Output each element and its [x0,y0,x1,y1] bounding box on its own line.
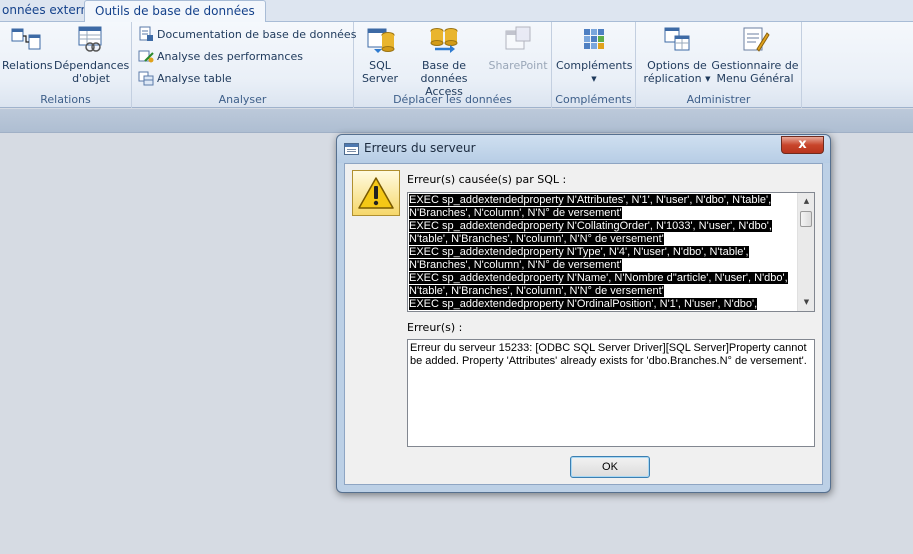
documenter-icon [139,26,153,41]
table-analyzer-label: Analyse table [157,72,232,85]
sql-line: EXEC sp_addextendedproperty N'CollatingO… [409,220,772,232]
scroll-up-arrow-icon[interactable]: ▲ [798,193,814,210]
switchboard-manager-label-2: Menu Général [716,72,794,85]
switchboard-manager-icon [743,27,770,52]
tab-database-tools[interactable]: Outils de base de données [84,0,266,23]
message-bar-strip [0,109,913,133]
sql-server-button[interactable]: SQL Server [358,25,402,85]
relations-label: Relations [2,59,53,72]
sql-server-label-1: SQL [369,59,391,72]
add-ins-label: Compléments [556,59,633,72]
group-administer-label: Administrer [686,93,751,106]
group-move-data: SQL Server Base de données Access ShareP… [354,22,552,108]
vertical-scrollbar[interactable]: ▲ ▼ [797,193,814,311]
group-relations: Relations Dépendances d'objet Relations [0,22,132,108]
window-icon [344,143,359,155]
group-analyser-label: Analyser [218,93,267,106]
errors-label: Erreur(s) : [407,321,463,334]
sql-line: N'Branches', N'column', N'N° de versemen… [409,259,622,271]
group-relations-label: Relations [40,93,91,106]
database-documenter-label: Documentation de base de données [157,28,357,41]
table-analyzer-button[interactable]: Analyse table [138,70,232,88]
replication-options-label-1: Options de [647,59,707,72]
replication-options-button[interactable]: Options de réplication ▼ [640,25,714,86]
group-analyser: Documentation de base de données Analyse… [132,22,356,108]
group-administer: Options de réplication ▼ Gestionnaire de… [636,22,802,108]
table-analyzer-icon [138,71,154,86]
group-move-data-label: Déplacer les données [393,93,512,106]
object-dependencies-icon [78,26,102,52]
switchboard-manager-label-1: Gestionnaire de [711,59,799,72]
ok-button[interactable]: OK [570,456,650,478]
scroll-thumb[interactable] [800,211,812,227]
sql-line: EXEC sp_addextendedproperty N'Type', N'4… [409,246,749,258]
sql-line: N'table', N'Branches', N'column', N'N° d… [409,233,664,245]
warning-icon [358,177,394,209]
sharepoint-label: SharePoint [488,59,548,72]
add-ins-button[interactable]: Compléments ▼ [556,25,632,86]
sql-line: EXEC sp_addextendedproperty N'Name', N'N… [409,272,788,284]
sql-line: N'Branches', N'column', N'N° de versemen… [409,207,622,219]
group-add-ins-label: Compléments [555,93,632,106]
sql-line: N'table', N'Branches', N'column', N'N° d… [409,285,664,297]
performance-icon [138,50,154,63]
database-documenter-button[interactable]: Documentation de base de données [138,26,356,44]
object-dependencies-button[interactable]: Dépendances d'objet [54,25,130,85]
sql-line: EXEC sp_addextendedproperty N'Attributes… [409,194,772,206]
dialog-titlebar[interactable]: Erreurs du serveur x [337,135,830,163]
ribbon: Relations Dépendances d'objet Relations [0,22,913,108]
server-errors-dialog: Erreurs du serveur x Erreur(s) causée(s)… [336,134,831,493]
performance-analyzer-button[interactable]: Analyse des performances [138,48,303,66]
sql-line: EXEC sp_addextendedproperty N'OrdinalPos… [409,298,758,311]
replication-options-label-2: réplication [643,72,702,85]
error-message-box[interactable]: Erreur du serveur 15233: [ODBC SQL Serve… [407,339,815,447]
group-add-ins: Compléments ▼ Compléments [552,22,636,108]
performance-analyzer-label: Analyse des performances [157,50,303,63]
relations-button[interactable]: Relations [2,25,53,72]
replication-icon [664,27,690,51]
sql-text-box[interactable]: EXEC sp_addextendedproperty N'Attributes… [407,192,815,312]
switchboard-manager-button[interactable]: Gestionnaire de Menu Général [710,25,800,85]
sql-server-icon [367,28,395,53]
scroll-down-arrow-icon[interactable]: ▼ [798,294,814,311]
sharepoint-icon [505,26,531,50]
close-button[interactable]: x [781,136,824,154]
access-database-icon [430,28,458,53]
ribbon-tab-bar: onnées externes Outils de base de donnée… [0,0,913,23]
access-database-label-1: Base de [421,59,467,72]
sharepoint-button: SharePoint [488,25,548,72]
add-ins-icon [584,29,604,49]
dialog-client: Erreur(s) causée(s) par SQL : EXEC sp_ad… [344,163,823,485]
object-dependencies-label-2: d'objet [72,72,110,85]
access-database-button[interactable]: Base de données Access [402,25,486,98]
sql-text: EXEC sp_addextendedproperty N'Attributes… [409,194,797,311]
sql-errors-label: Erreur(s) causée(s) par SQL : [407,173,567,186]
dialog-title: Erreurs du serveur [364,141,476,155]
chevron-down-icon: ▼ [591,75,597,83]
sql-server-label-2: Server [361,72,399,85]
warning-icon-box [352,170,400,216]
object-dependencies-label-1: Dépendances [54,59,130,72]
relations-icon [11,28,41,50]
